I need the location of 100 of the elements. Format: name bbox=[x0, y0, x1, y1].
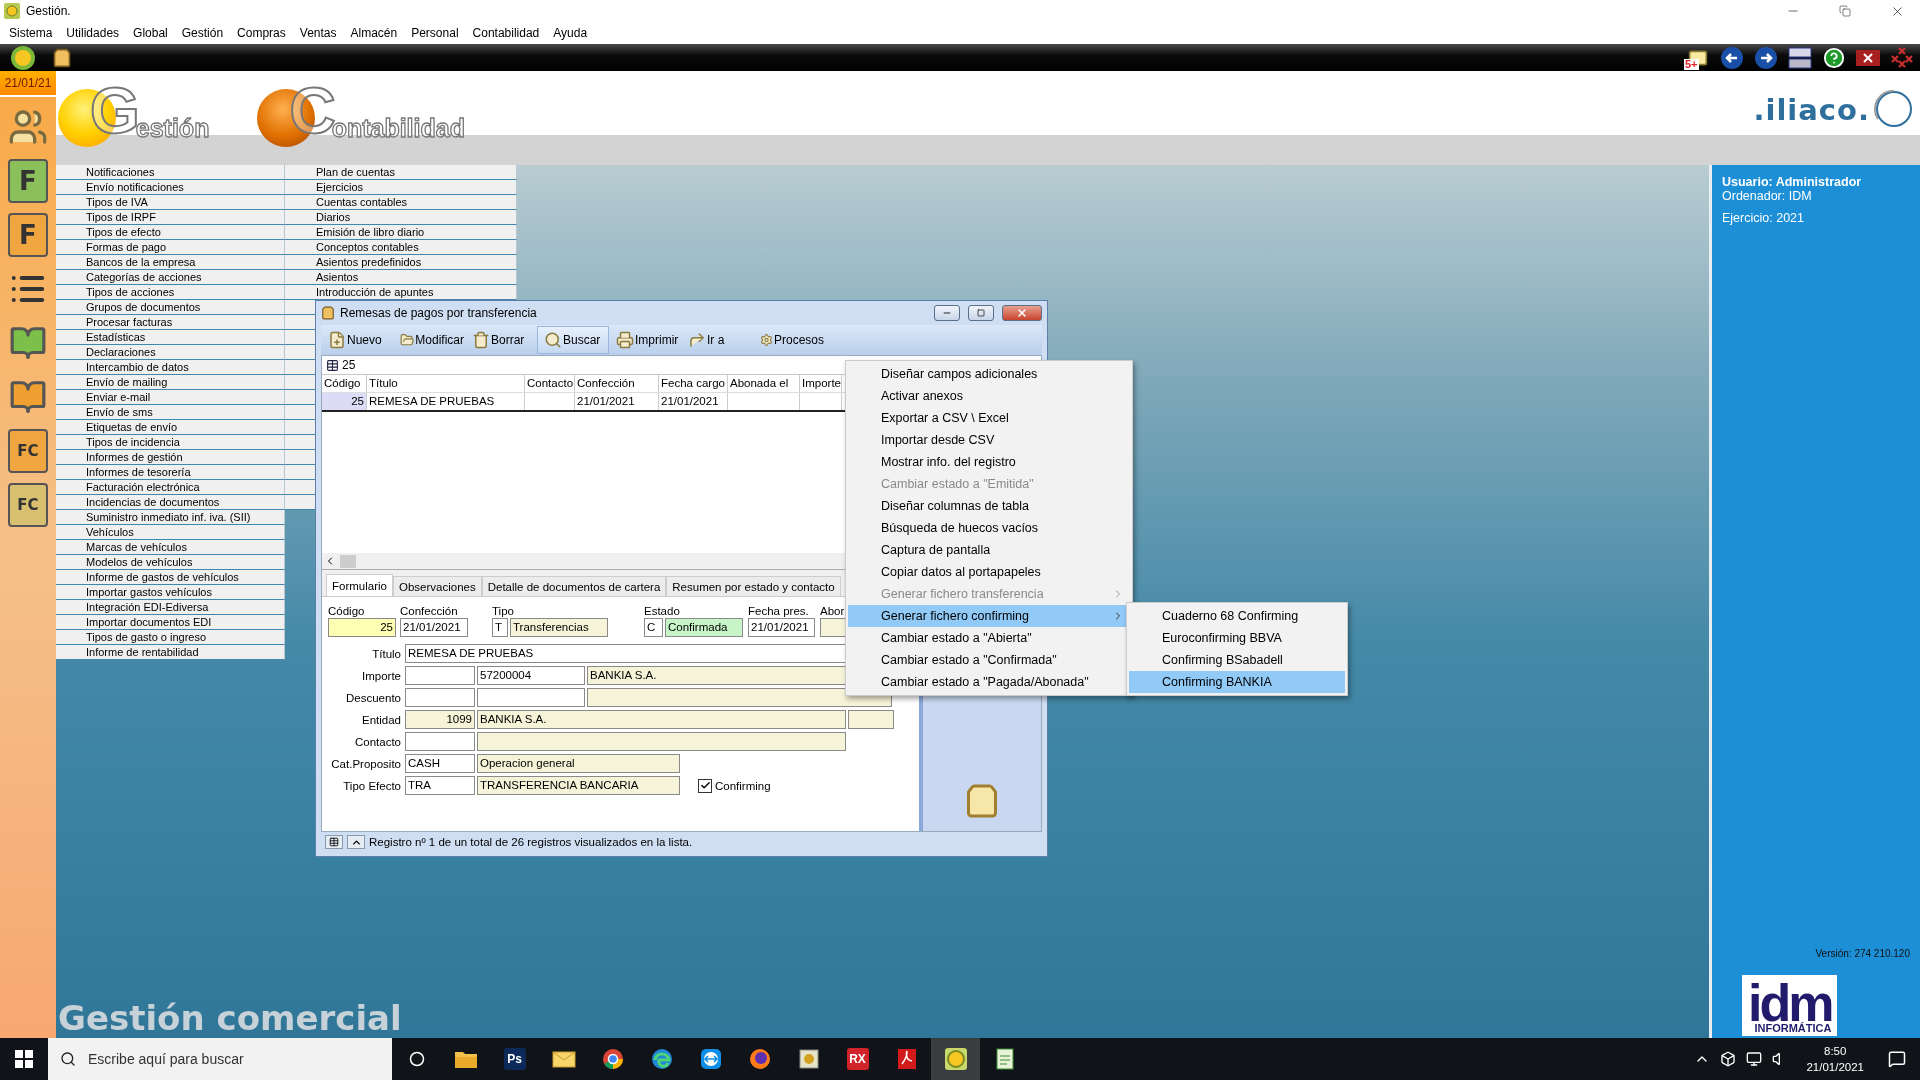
input-field[interactable]: BANKIA S.A. bbox=[587, 666, 846, 685]
input-field[interactable]: 57200004 bbox=[477, 666, 585, 685]
menu-list-item[interactable]: Tipos de gasto o ingreso bbox=[56, 630, 285, 645]
menu-item[interactable]: Captura de pantalla bbox=[848, 539, 1130, 561]
menu-item[interactable]: Activar anexos bbox=[848, 385, 1130, 407]
menu-item[interactable]: Cambiar estado a "Pagada/Abonada" bbox=[848, 671, 1130, 693]
toolbar-button[interactable]: Borrar bbox=[465, 326, 537, 354]
menu-list-item[interactable]: Enviar e-mail bbox=[56, 390, 285, 405]
menu-list-item[interactable]: Intercambio de datos bbox=[56, 360, 285, 375]
menu-list-item[interactable]: Tipos de IRPF bbox=[56, 210, 285, 225]
menu-list-item[interactable]: Declaraciones bbox=[56, 345, 285, 360]
column-header[interactable]: Confección bbox=[575, 375, 659, 392]
menu-list-item[interactable]: Vehículos bbox=[56, 525, 285, 540]
toolbar-button[interactable]: Ir a bbox=[681, 326, 753, 354]
menu-list-item[interactable]: Emisión de libro diario bbox=[285, 225, 517, 240]
menu-list-item[interactable]: Formas de pago bbox=[56, 240, 285, 255]
input-field[interactable]: REMESA DE PRUEBAS bbox=[405, 644, 846, 663]
column-header[interactable]: Contacto bbox=[525, 375, 575, 392]
menu-list-item[interactable]: Informes de gestión bbox=[56, 450, 285, 465]
menu-item[interactable]: Almacén bbox=[343, 26, 405, 40]
module-tile[interactable]: F bbox=[8, 213, 48, 257]
menu-list-item[interactable]: Modelos de vehículos bbox=[56, 555, 285, 570]
confirming-checkbox[interactable]: Confirming bbox=[698, 778, 771, 793]
taskbar-app[interactable]: Ps bbox=[490, 1038, 539, 1080]
menu-item[interactable]: Importar desde CSV bbox=[848, 429, 1130, 451]
menu-list-item[interactable]: Conceptos contables bbox=[285, 240, 517, 255]
column-header[interactable]: Abonada el bbox=[728, 375, 800, 392]
menu-item[interactable]: Cambiar estado a "Confirmada" bbox=[848, 649, 1130, 671]
menu-list-item[interactable]: Informe de rentabilidad bbox=[56, 645, 285, 660]
menu-list-item[interactable]: Marcas de vehículos bbox=[56, 540, 285, 555]
menu-list-item[interactable]: Cuentas contables bbox=[285, 195, 517, 210]
column-header[interactable]: Código bbox=[322, 375, 367, 392]
menu-item[interactable]: Ventas bbox=[292, 26, 344, 40]
input-field[interactable]: 21/01/2021 bbox=[400, 618, 468, 637]
input-field[interactable]: Confirmada bbox=[665, 618, 743, 637]
menu-list-item[interactable]: Incidencias de documentos bbox=[56, 495, 285, 510]
column-header[interactable]: Título bbox=[367, 375, 525, 392]
menu-list-item[interactable]: Tipos de acciones bbox=[56, 285, 285, 300]
menu-list-item[interactable]: Procesar facturas bbox=[56, 315, 285, 330]
toolbar-button[interactable]: Nuevo bbox=[321, 326, 393, 354]
menu-item[interactable]: Personal bbox=[404, 26, 466, 40]
toolbar-button[interactable]: Modificar bbox=[393, 326, 465, 354]
menu-list-item[interactable]: Informes de tesorería bbox=[56, 465, 285, 480]
menu-list-item[interactable]: Envío de mailing bbox=[56, 375, 285, 390]
input-field[interactable]: TRANSFERENCIA BANCARIA bbox=[477, 776, 680, 795]
menu-item[interactable]: Búsqueda de huecos vacíos bbox=[848, 517, 1130, 539]
clock[interactable]: 8:50 21/01/2021 bbox=[1806, 1043, 1864, 1075]
menu-list-item[interactable]: Envío notificaciones bbox=[56, 180, 285, 195]
toolbar-button[interactable]: Buscar bbox=[537, 326, 609, 354]
menu-list-item[interactable]: Informe de gastos de vehículos bbox=[56, 570, 285, 585]
menu-list-item[interactable]: Grupos de documentos bbox=[56, 300, 285, 315]
column-header[interactable]: Importe bbox=[800, 375, 842, 392]
menu-list-item[interactable]: Tipos de incidencia bbox=[56, 435, 285, 450]
menu-item[interactable]: Cambiar estado a "Abierta" bbox=[848, 627, 1130, 649]
menu-item[interactable]: Euroconfirming BBVA bbox=[1129, 627, 1345, 649]
module-tile[interactable]: F bbox=[8, 159, 48, 203]
menu-list-item[interactable]: Facturación electrónica bbox=[56, 480, 285, 495]
menu-item[interactable]: Gestión bbox=[174, 26, 231, 40]
menu-list-item[interactable]: Notificaciones bbox=[56, 165, 285, 180]
menu-list-item[interactable]: Importar documentos EDI bbox=[56, 615, 285, 630]
menu-item[interactable]: Cuaderno 68 Confirming bbox=[1129, 605, 1345, 627]
menu-item[interactable]: Exportar a CSV \ Excel bbox=[848, 407, 1130, 429]
menu-item[interactable]: Utilidades bbox=[59, 26, 127, 40]
menu-item[interactable]: Sistema bbox=[2, 26, 60, 40]
module-tile[interactable]: FC bbox=[8, 429, 48, 473]
module-tile[interactable]: FC bbox=[8, 483, 48, 527]
input-field[interactable]: TRA bbox=[405, 776, 475, 795]
menu-item[interactable]: Copiar datos al portapapeles bbox=[848, 561, 1130, 583]
menu-list-item[interactable]: Suministro inmediato inf. iva. (SII) bbox=[56, 510, 285, 525]
menu-item[interactable]: Diseñar columnas de tabla bbox=[848, 495, 1130, 517]
input-field[interactable]: 1099 bbox=[405, 710, 475, 729]
menu-list-item[interactable]: Etiquetas de envío bbox=[56, 420, 285, 435]
input-field[interactable]: C bbox=[644, 618, 663, 637]
tab[interactable]: Formulario bbox=[326, 574, 393, 596]
taskbar-app[interactable]: RX bbox=[833, 1038, 882, 1080]
menu-list-item[interactable]: Asientos predefinidos bbox=[285, 255, 517, 270]
menu-list-item[interactable]: Categorías de acciones bbox=[56, 270, 285, 285]
search-bar[interactable]: Escribe aquí para buscar bbox=[48, 1038, 392, 1080]
tab[interactable]: Detalle de documentos de cartera bbox=[481, 576, 667, 596]
menu-list-item[interactable]: Tipos de IVA bbox=[56, 195, 285, 210]
column-header[interactable]: Fecha cargo bbox=[659, 375, 728, 392]
menu-list-item[interactable]: Bancos de la empresa bbox=[56, 255, 285, 270]
tab[interactable]: Observaciones bbox=[392, 576, 482, 596]
toolbar-button[interactable]: Imprimir bbox=[609, 326, 681, 354]
menu-list-item[interactable]: Diarios bbox=[285, 210, 517, 225]
menu-item[interactable]: Ayuda bbox=[546, 26, 595, 40]
menu-list-item[interactable]: Envío de sms bbox=[56, 405, 285, 420]
tab[interactable]: Resumen por estado y contacto bbox=[666, 576, 841, 596]
input-field[interactable]: Operacion general bbox=[477, 754, 680, 773]
menu-item[interactable]: Confirming BANKIA bbox=[1129, 671, 1345, 693]
menu-item[interactable]: Contabilidad bbox=[465, 26, 547, 40]
toolbar-button[interactable]: Procesos bbox=[753, 326, 825, 354]
menu-item[interactable]: Diseñar campos adicionales bbox=[848, 363, 1130, 385]
input-field[interactable]: Transferencias bbox=[510, 618, 608, 637]
menu-list-item[interactable]: Estadísticas bbox=[56, 330, 285, 345]
input-field[interactable]: 25 bbox=[328, 618, 396, 637]
menu-item[interactable]: Compras bbox=[230, 26, 293, 40]
menu-item[interactable]: Confirming BSabadell bbox=[1129, 649, 1345, 671]
input-field[interactable]: CASH bbox=[405, 754, 475, 773]
search-field[interactable]: Escribe aquí para buscar bbox=[86, 1050, 392, 1068]
